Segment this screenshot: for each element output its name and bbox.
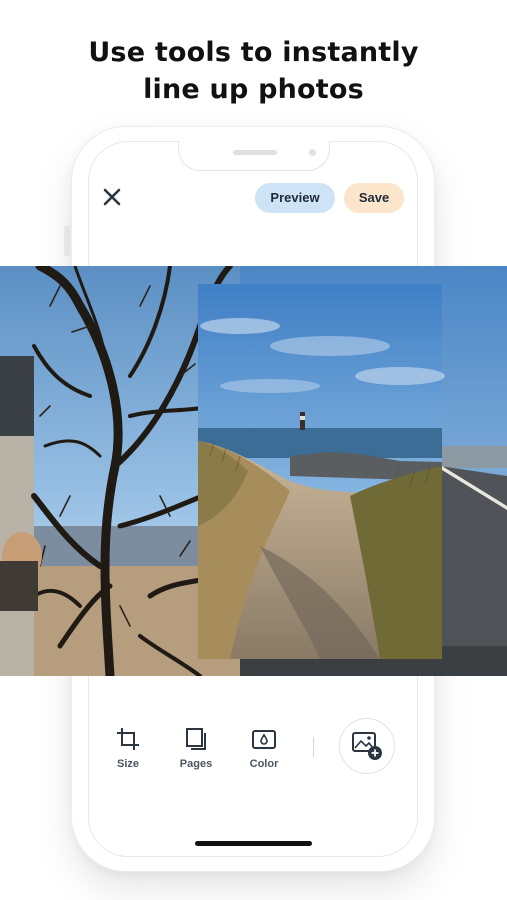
size-tool[interactable]: Size <box>100 726 156 770</box>
pages-label: Pages <box>179 758 213 770</box>
pages-tool[interactable]: Pages <box>168 726 224 770</box>
add-photo-button[interactable] <box>339 718 395 774</box>
phone-notch <box>178 141 330 171</box>
front-camera <box>309 149 316 156</box>
color-drop-icon <box>252 730 276 749</box>
collage-canvas[interactable] <box>0 266 507 676</box>
collage-artwork <box>0 266 507 676</box>
headline: Use tools to instantly line up photos <box>0 34 507 108</box>
preview-button[interactable]: Preview <box>255 183 335 213</box>
speaker-grille <box>233 150 277 155</box>
headline-line-1: Use tools to instantly <box>88 37 419 68</box>
headline-line-2: line up photos <box>143 74 364 105</box>
home-indicator <box>195 841 312 846</box>
pages-icon <box>186 728 206 750</box>
size-label: Size <box>116 758 139 770</box>
color-label: Color <box>249 758 279 770</box>
toolbar-divider <box>313 737 314 757</box>
left-road-photo <box>0 266 34 676</box>
phone-side-button <box>64 226 70 256</box>
save-button[interactable]: Save <box>344 183 404 213</box>
lighthouse-dunes-photo <box>198 284 445 659</box>
close-button[interactable] <box>102 187 122 207</box>
crop-icon <box>117 728 139 750</box>
add-photo-icon <box>351 731 382 760</box>
color-tool[interactable]: Color <box>236 726 292 770</box>
close-icon <box>103 188 121 206</box>
